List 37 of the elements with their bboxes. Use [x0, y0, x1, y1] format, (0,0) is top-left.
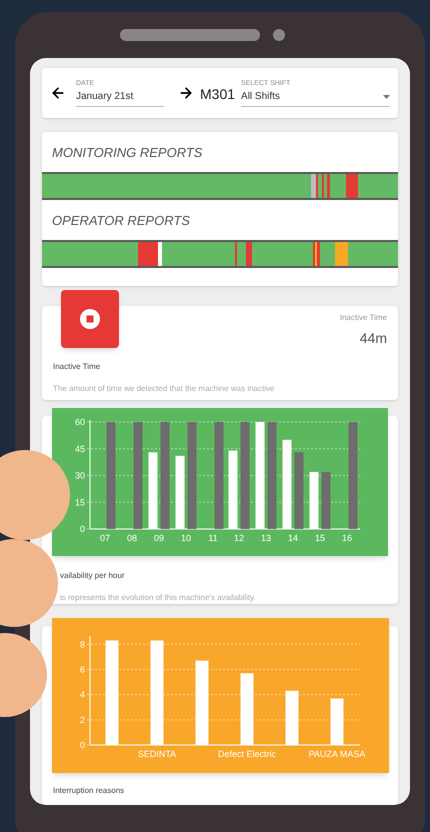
y-tick-label: 2 — [80, 714, 85, 725]
stat-label: Inactive Time — [340, 312, 387, 324]
y-tick-label: 0 — [80, 524, 85, 534]
x-tick-label: 10 — [181, 533, 191, 544]
x-tick-label: Defect Electric — [218, 749, 276, 760]
x-tick-label: 08 — [127, 533, 137, 544]
card-title: Interruption reasons — [52, 785, 126, 798]
field-value: All Shifts — [241, 90, 280, 104]
x-tick-label: 11 — [208, 533, 218, 544]
report-title: OPERATOR REPORTS — [51, 212, 191, 230]
x-tick-label: SEDINTA — [138, 749, 176, 760]
machine-name: M301 — [200, 84, 236, 104]
stat-value: 44m — [360, 329, 387, 348]
x-tick-label: 13 — [261, 533, 271, 544]
x-tick-label: 12 — [234, 533, 244, 544]
y-tick-label: 15 — [74, 497, 85, 508]
y-tick-label: 60 — [74, 417, 85, 428]
x-tick-label: 09 — [154, 533, 164, 544]
y-tick-label: 45 — [74, 444, 85, 454]
x-tick-label: PAUZA MASA — [308, 749, 366, 760]
card-title: Inactive Time — [53, 361, 102, 374]
y-tick-label: 8 — [80, 639, 85, 650]
x-tick-label: 14 — [288, 533, 298, 544]
y-tick-label: 6 — [80, 664, 85, 675]
report-title: MONITORING REPORTS — [51, 144, 204, 162]
card-title: vailability per hour — [59, 570, 126, 582]
y-tick-label: 30 — [74, 470, 85, 481]
x-tick-label: 15 — [315, 533, 325, 544]
x-tick-label: 07 — [100, 533, 110, 544]
card-description: is represents the evolution of this machine's availability. — [59, 592, 257, 604]
y-tick-label: 4 — [80, 690, 85, 700]
field-value: January 21st — [76, 90, 134, 104]
x-tick-label: 16 — [342, 533, 352, 544]
card-description: The amount of time we detected that the machine was inactive — [53, 383, 276, 396]
y-axis: 0 15 30 45 60 — [74, 417, 360, 534]
y-tick-label: 0 — [80, 740, 85, 750]
y-axis: 0 2 4 6 8 — [80, 636, 360, 750]
